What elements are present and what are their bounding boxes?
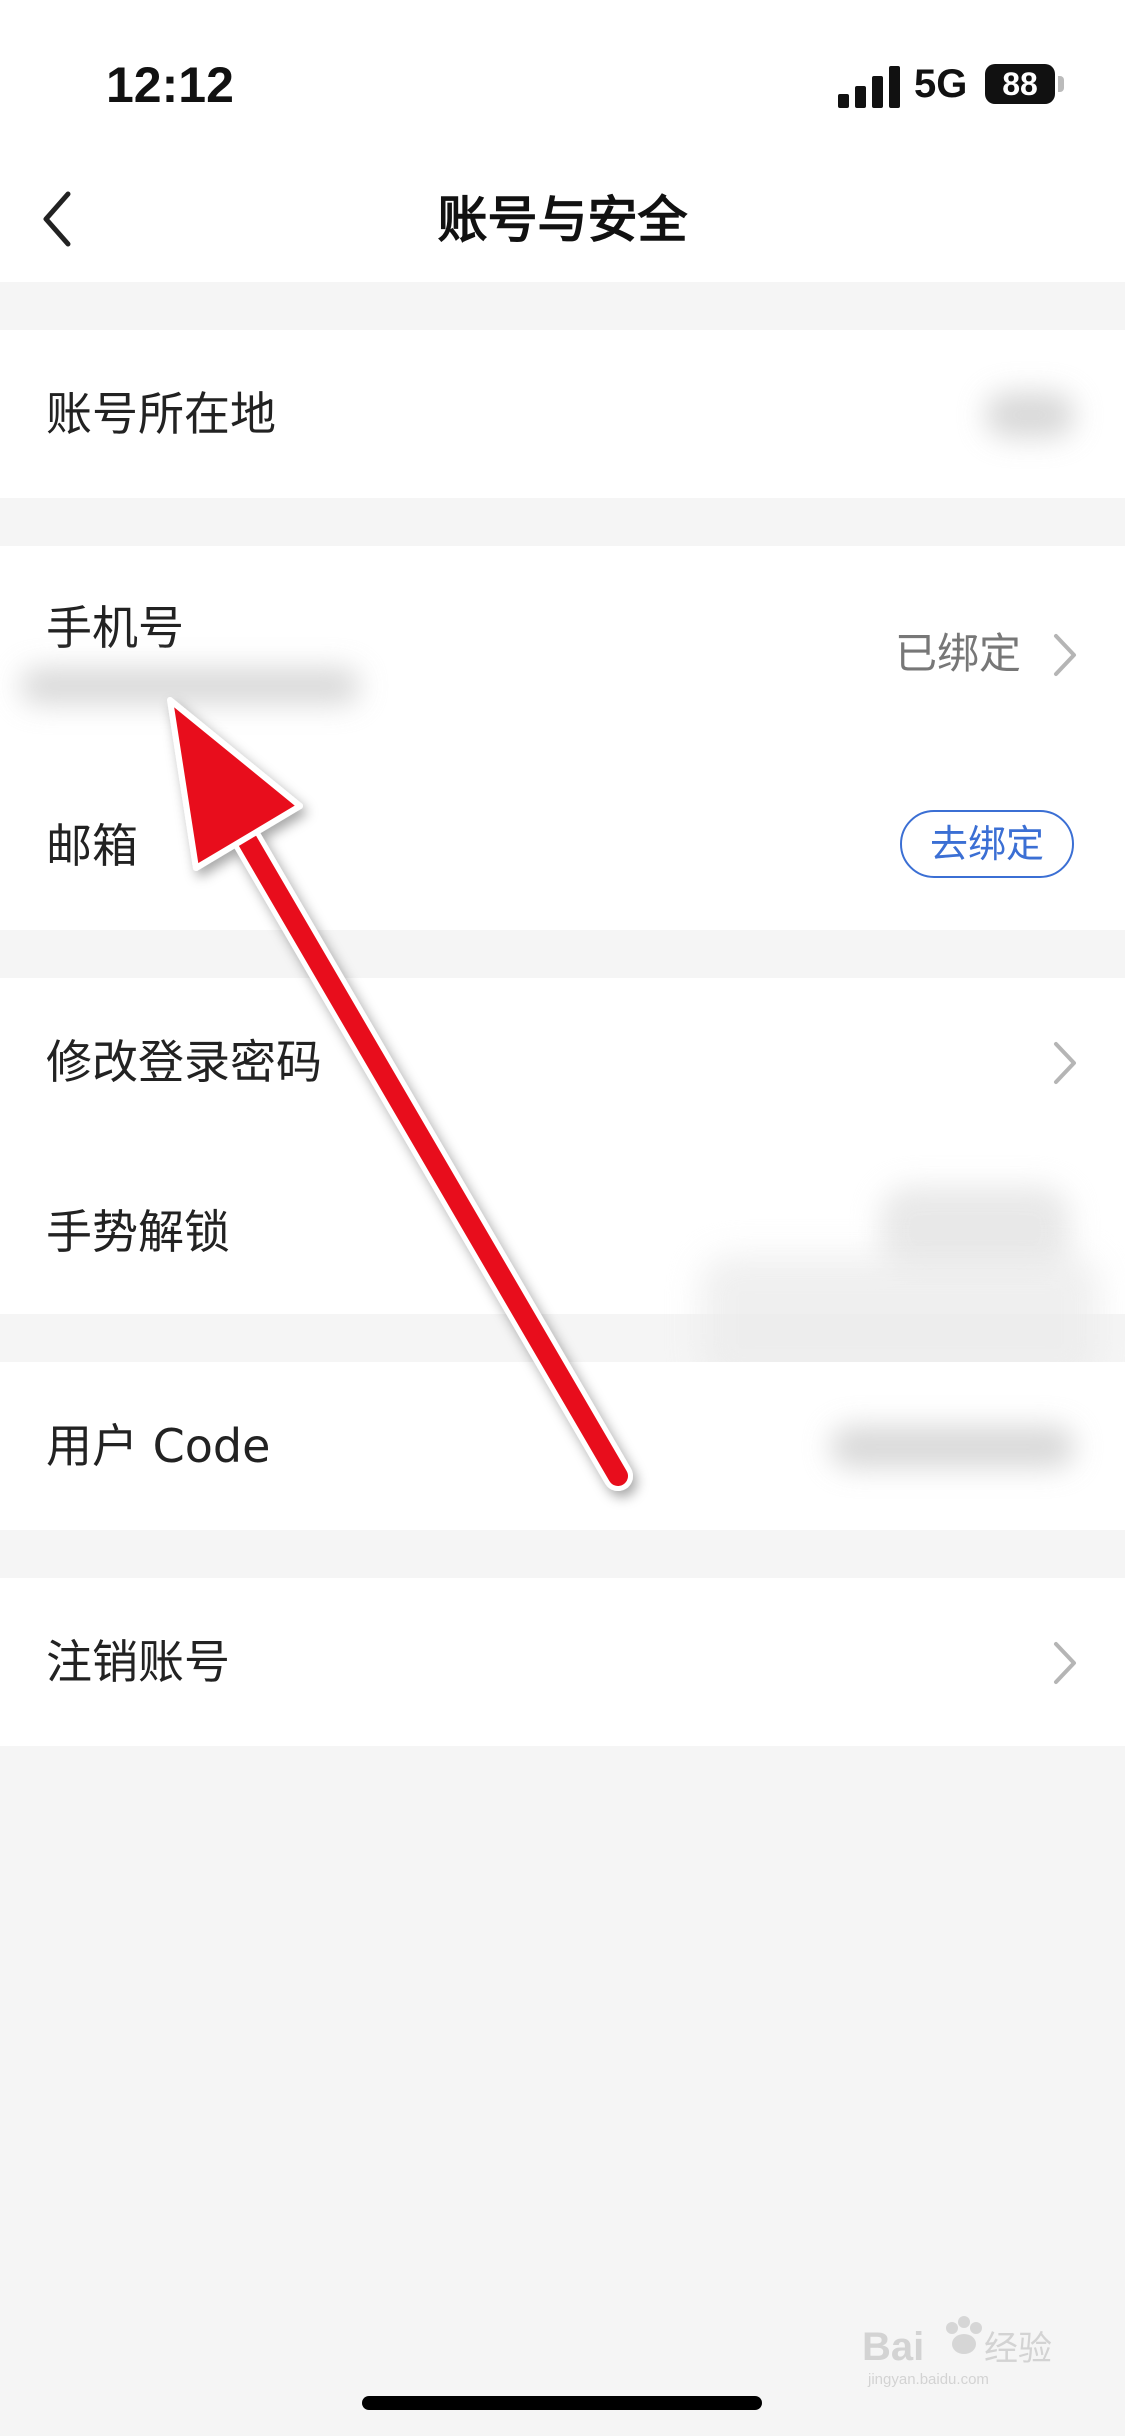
bind-email-button[interactable]: 去绑定 [900,810,1074,878]
row-user-code: 用户 Code [0,1362,1125,1530]
nav-bar: 账号与安全 [0,160,1125,282]
group-location: 账号所在地 [0,330,1125,498]
network-type: 5G [914,62,968,106]
row-phone[interactable]: 手机号 已绑定 [0,546,1125,764]
group-user-code: 用户 Code [0,1362,1125,1530]
row-label: 账号所在地 [46,387,276,441]
chevron-right-icon [1054,1042,1076,1084]
row-location: 账号所在地 [0,330,1125,498]
row-label: 用户 Code [46,1419,271,1473]
chevron-right-icon [1054,1642,1076,1684]
status-bar: 12:12 5G 88 [0,0,1125,160]
row-label: 邮箱 [46,819,138,873]
row-cancel-account[interactable]: 注销账号 [0,1578,1125,1746]
group-cancel: 注销账号 [0,1578,1125,1746]
row-label: 手势解锁 [46,1205,230,1259]
svg-text:Bai: Bai [862,2325,924,2369]
svg-text:jingyan.baidu.com: jingyan.baidu.com [867,2371,989,2388]
home-indicator[interactable] [362,2396,762,2410]
blurred-code-value [830,1426,1075,1468]
battery-tip [1058,76,1064,92]
row-label: 手机号 [46,601,184,655]
svg-text:经验: 经验 [984,2329,1052,2369]
blurred-value [985,392,1075,438]
chevron-right-icon [1054,634,1076,676]
signal-icon [838,66,902,108]
phone-status: 已绑定 [895,629,1022,678]
row-label: 修改登录密码 [46,1035,322,1089]
baidu-watermark-logo: Bai 经验 jingyan.baidu.com [862,2316,1052,2388]
row-password[interactable]: 修改登录密码 [0,978,1125,1148]
row-label: 注销账号 [46,1635,230,1689]
page-title: 账号与安全 [437,191,688,249]
blurred-phone-number [20,668,360,704]
battery-icon: 88 [985,64,1055,104]
clock: 12:12 [106,57,234,113]
